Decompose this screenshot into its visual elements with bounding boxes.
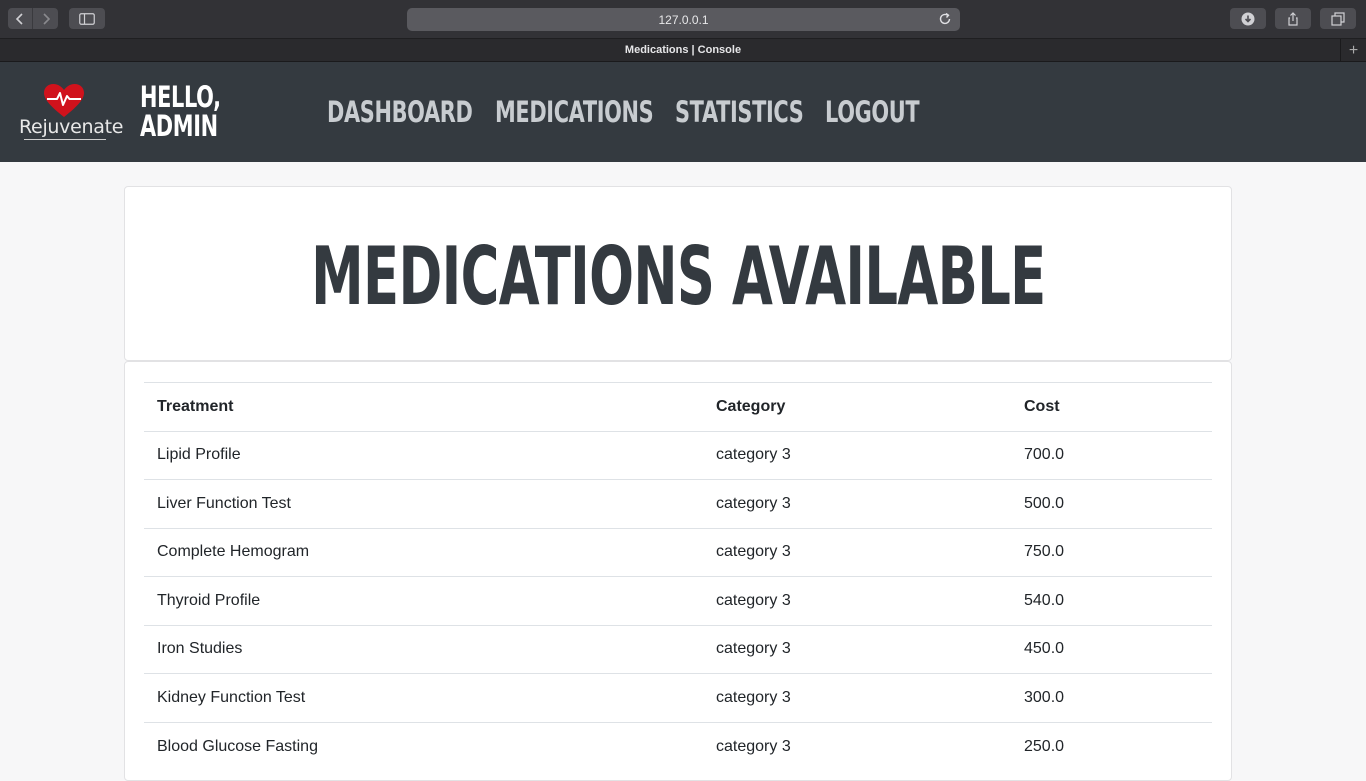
back-button[interactable] [8,8,33,29]
nav-links: Hello, Admin Dashboard Medications Statisti… [140,62,942,162]
nav-link-label: Dashboard [327,94,473,129]
cell-category: category 3 [703,430,1011,480]
toolbar-right-buttons [1230,8,1356,29]
nav-link-label: Hello, Admin [140,80,221,143]
cell-cost: 500.0 [1011,479,1212,528]
column-header-treatment: Treatment [144,382,703,432]
share-button[interactable] [1275,8,1311,29]
logo[interactable]: Rejuvenate [0,62,140,162]
title-card: Medications Available [124,186,1232,361]
cell-treatment: Complete Hemogram [144,527,703,577]
tabs-icon [1331,11,1345,26]
cell-category: category 3 [703,479,1011,528]
table-row: Thyroid Profile category 3 540.0 [144,576,1212,625]
cell-treatment: Lipid Profile [144,430,703,480]
table-row: Blood Glucose Fasting category 3 250.0 [144,721,1212,771]
cell-category: category 3 [703,527,1011,577]
cell-cost: 450.0 [1011,624,1212,674]
tabs-overview-button[interactable] [1320,8,1356,29]
browser-toolbar: 127.0.0.1 [0,0,1366,38]
cell-treatment: Kidney Function Test [144,673,703,722]
cell-category: category 3 [703,673,1011,722]
nav-link-logout[interactable]: Logout [825,94,941,129]
cell-category: category 3 [703,624,1011,674]
nav-link-label: Logout [825,94,920,129]
table-row: Iron Studies category 3 450.0 [144,624,1212,674]
heart-pulse-icon [44,84,84,117]
column-header-cost: Cost [1011,382,1212,432]
chevron-left-icon [15,12,23,25]
cell-treatment: Thyroid Profile [144,576,703,625]
table-row: Complete Hemogram category 3 750.0 [144,527,1212,577]
tab-title[interactable]: Medications | Console [625,44,741,56]
history-buttons [8,8,58,29]
medications-table: Treatment Category Cost Lipid Profile cat… [144,382,1212,771]
reload-icon[interactable] [938,12,952,26]
cell-cost: 540.0 [1011,576,1212,625]
sidebar-toggle-button[interactable] [69,8,105,29]
cell-cost: 750.0 [1011,527,1212,577]
url-text: 127.0.0.1 [658,12,709,27]
logo-underline [24,139,106,140]
cell-category: category 3 [703,576,1011,625]
download-icon [1241,12,1255,25]
share-icon [1288,11,1298,26]
table-header-row: Treatment Category Cost [144,382,1212,432]
chevron-right-icon [42,12,50,25]
cell-treatment: Blood Glucose Fasting [144,721,703,771]
nav-link-label: Statistics [675,94,804,129]
table-row: Liver Function Test category 3 500.0 [144,479,1212,528]
nav-link-medications[interactable]: Medications [494,94,675,129]
tab-bar: Medications | Console + [0,38,1366,62]
downloads-button[interactable] [1230,8,1266,29]
column-header-category: Category [703,382,1011,432]
nav-link-hello-admin[interactable]: Hello, Admin [140,83,327,141]
sidebar-icon [79,12,95,25]
cell-cost: 700.0 [1011,430,1212,480]
cell-category: category 3 [703,721,1011,771]
cell-treatment: Liver Function Test [144,479,703,528]
logo-text: Rejuvenate [19,116,124,138]
nav-link-statistics[interactable]: Statistics [675,94,825,129]
address-bar[interactable]: 127.0.0.1 [407,8,960,31]
site-navbar: Rejuvenate Hello, Admin Dashboard Medicati… [0,62,1366,162]
table-body: Lipid Profile category 3 700.0 Liver Functi… [144,430,1212,771]
new-tab-button[interactable]: + [1340,39,1366,62]
page-title: Medications Available [310,229,1046,323]
nav-link-dashboard[interactable]: Dashboard [327,94,494,129]
table-row: Lipid Profile category 3 700.0 [144,430,1212,480]
nav-link-label: Medications [494,94,654,129]
cell-cost: 250.0 [1011,721,1212,771]
cell-treatment: Iron Studies [144,624,703,674]
main-content: Medications Available Treatment Category… [124,186,1232,781]
cell-cost: 300.0 [1011,673,1212,722]
table-row: Kidney Function Test category 3 300.0 [144,673,1212,722]
table-card: Treatment Category Cost Lipid Profile cat… [124,361,1232,781]
forward-button[interactable] [33,8,58,29]
